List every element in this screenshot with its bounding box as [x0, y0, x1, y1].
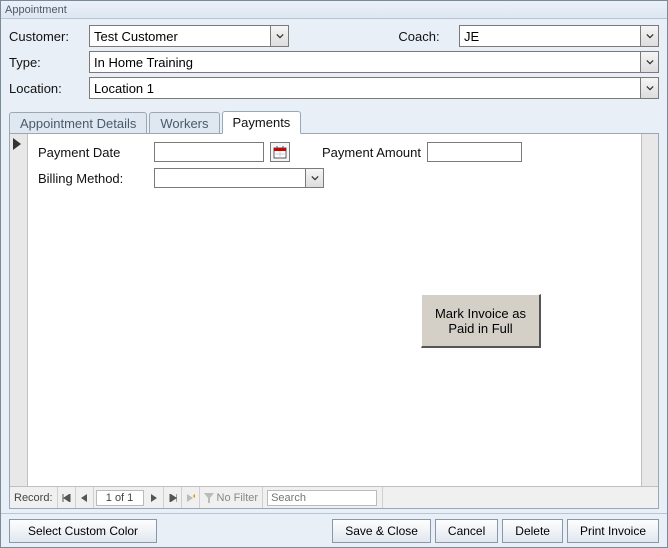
tab-workers[interactable]: Workers — [149, 112, 219, 134]
payment-date-label: Payment Date — [38, 145, 148, 160]
record-label: Record: — [10, 487, 58, 508]
location-combo[interactable]: Location 1 — [89, 77, 659, 99]
mark-paid-button[interactable]: Mark Invoice as Paid in Full — [421, 294, 541, 348]
search-box — [263, 487, 383, 508]
nav-next-button[interactable] — [146, 487, 164, 508]
vertical-scrollbar[interactable] — [641, 134, 658, 486]
tab-appointment-details[interactable]: Appointment Details — [9, 112, 147, 134]
chevron-down-icon — [640, 78, 658, 98]
last-icon — [168, 494, 177, 502]
tab-payments[interactable]: Payments — [222, 111, 302, 134]
payment-amount-input[interactable] — [427, 142, 522, 162]
chevron-down-icon — [305, 169, 323, 187]
chevron-down-icon — [640, 26, 658, 46]
customer-label: Customer: — [9, 29, 89, 44]
tab-strip: Appointment Details Workers Payments — [1, 109, 667, 133]
calendar-icon — [273, 145, 287, 159]
location-label: Location: — [9, 81, 89, 96]
next-icon — [150, 494, 158, 502]
prev-icon — [80, 494, 88, 502]
billing-method-combo[interactable] — [154, 168, 324, 188]
record-counter[interactable]: 1 of 1 — [96, 490, 144, 506]
nav-first-button[interactable] — [58, 487, 76, 508]
payments-form-body: Payment Date Payment Amount — [28, 134, 641, 486]
nav-last-button[interactable] — [164, 487, 182, 508]
coach-label: Coach: — [379, 29, 459, 44]
chevron-down-icon — [640, 52, 658, 72]
payments-subform: Payment Date Payment Amount — [10, 134, 658, 486]
print-invoice-button[interactable]: Print Invoice — [567, 519, 659, 543]
delete-button[interactable]: Delete — [502, 519, 563, 543]
customer-value: Test Customer — [94, 29, 178, 44]
type-label: Type: — [9, 55, 89, 70]
record-selector[interactable] — [10, 134, 28, 486]
payment-amount-label: Payment Amount — [322, 145, 421, 160]
window-title: Appointment — [1, 1, 667, 19]
first-icon — [62, 494, 71, 502]
save-close-button[interactable]: Save & Close — [332, 519, 431, 543]
type-combo[interactable]: In Home Training — [89, 51, 659, 73]
header-form: Customer: Test Customer Coach: JE Type: … — [1, 19, 667, 109]
nav-new-button[interactable] — [182, 487, 200, 508]
search-input[interactable] — [267, 490, 377, 506]
customer-combo[interactable]: Test Customer — [89, 25, 289, 47]
coach-combo[interactable]: JE — [459, 25, 659, 47]
location-value: Location 1 — [94, 81, 154, 96]
footer-bar: Select Custom Color Save & Close Cancel … — [1, 513, 667, 547]
funnel-icon — [204, 493, 214, 503]
new-record-icon — [186, 494, 195, 502]
appointment-window: Appointment Customer: Test Customer Coac… — [0, 0, 668, 548]
billing-method-label: Billing Method: — [38, 171, 148, 186]
nav-prev-button[interactable] — [76, 487, 94, 508]
type-value: In Home Training — [94, 55, 193, 70]
coach-value: JE — [464, 29, 479, 44]
current-record-icon — [13, 138, 21, 150]
calendar-button[interactable] — [270, 142, 290, 162]
filter-indicator[interactable]: No Filter — [200, 487, 264, 508]
record-nav-bar: Record: 1 of 1 No Filter — [10, 486, 658, 508]
select-color-button[interactable]: Select Custom Color — [9, 519, 157, 543]
payment-date-input[interactable] — [154, 142, 264, 162]
cancel-button[interactable]: Cancel — [435, 519, 498, 543]
payments-panel: Payment Date Payment Amount — [9, 133, 659, 509]
chevron-down-icon — [270, 26, 288, 46]
